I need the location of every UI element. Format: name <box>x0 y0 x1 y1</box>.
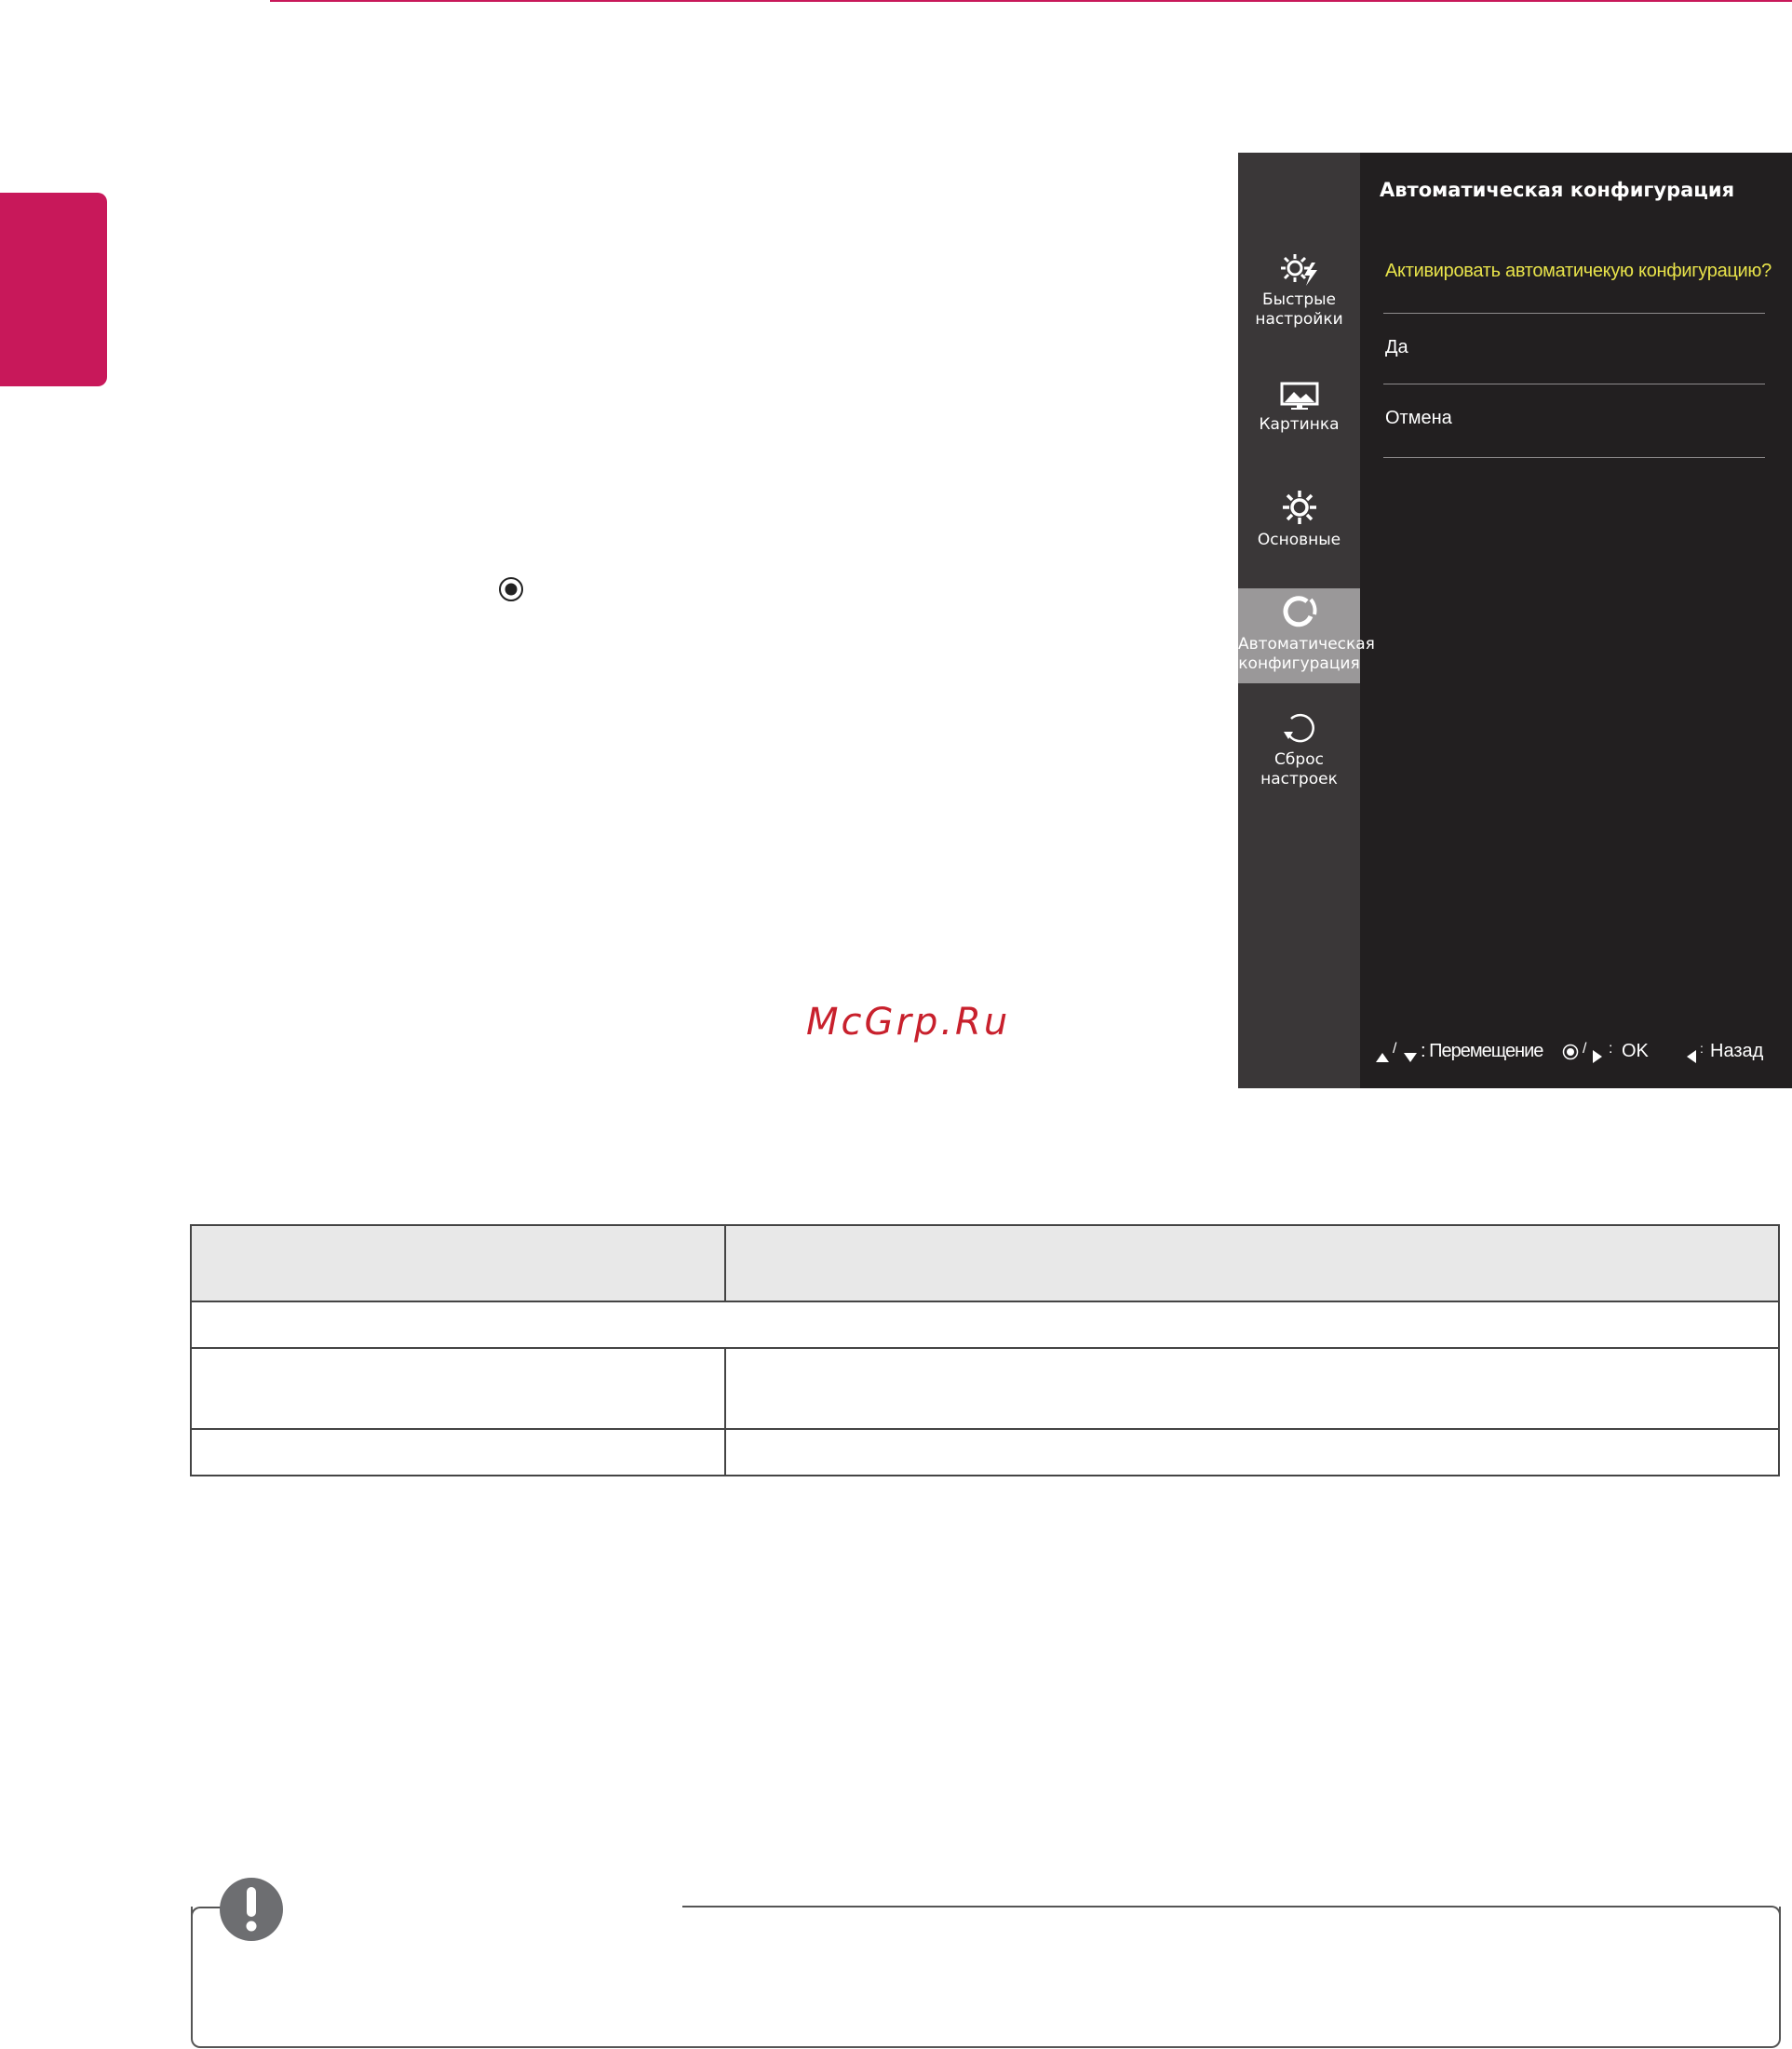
sidebar-item-label: Быстрые <box>1261 290 1336 309</box>
sidebar-item-label: настроек <box>1260 770 1338 789</box>
option-yes[interactable]: Да <box>1385 337 1408 358</box>
sidebar-item-quick-settings[interactable]: Быстрые настройки <box>1238 251 1360 330</box>
colon-separator: : <box>1700 1041 1704 1056</box>
colon-separator: : <box>1609 1041 1613 1057</box>
reset-arrow-icon <box>1283 713 1314 743</box>
note-box-top-rule <box>682 1906 1781 1919</box>
osd-footer: / : Перемещение / : OK : Назад <box>1376 1041 1790 1069</box>
table-row-divider <box>192 1301 1778 1302</box>
osd-title: Автоматическая конфигурация <box>1380 179 1735 201</box>
left-arrow-icon <box>1687 1045 1696 1067</box>
note-box-corner <box>191 1907 221 1921</box>
footer-move-label: : Перемещение <box>1421 1041 1543 1061</box>
sidebar-item-label: Автоматическая <box>1238 635 1375 654</box>
table-column-divider <box>724 1226 726 1301</box>
settings-table <box>190 1224 1780 1476</box>
table-header <box>192 1226 1778 1301</box>
sidebar-item-reset[interactable]: Сброс настроек <box>1238 708 1360 789</box>
down-arrow-icon <box>1404 1046 1417 1068</box>
up-arrow-icon <box>1376 1046 1389 1068</box>
divider <box>1383 457 1765 458</box>
sidebar-item-general[interactable]: Основные <box>1238 488 1360 550</box>
slash-separator: / <box>1393 1041 1397 1057</box>
section-tab <box>0 193 107 386</box>
table-row-divider <box>192 1428 1778 1430</box>
auto-config-icon <box>1283 596 1316 627</box>
watermark: McGrp.Ru <box>806 1001 1011 1044</box>
picture-monitor-icon <box>1280 382 1318 410</box>
sidebar-item-label: конфигурация <box>1238 654 1360 673</box>
osd-question: Активировать автоматичекую конфигурацию? <box>1385 261 1772 281</box>
select-icon <box>1562 1044 1579 1066</box>
note-box <box>191 1907 1781 2048</box>
footer-back-label: Назад <box>1710 1041 1764 1061</box>
sidebar-item-auto-config[interactable]: Автоматическая конфигурация <box>1238 588 1375 683</box>
table-row-divider <box>192 1347 1778 1349</box>
slash-separator: / <box>1583 1041 1587 1057</box>
gear-lightning-icon <box>1280 254 1317 286</box>
sidebar-item-label: Основные <box>1257 531 1341 549</box>
osd-sidebar: Быстрые настройки Картинка Основные Авто… <box>1238 153 1375 1088</box>
top-rule <box>270 0 1792 2</box>
joystick-select-icon <box>499 577 523 601</box>
osd-screen: Быстрые настройки Картинка Основные Авто… <box>1238 153 1792 1088</box>
sidebar-item-picture[interactable]: Картинка <box>1238 382 1360 435</box>
sidebar-item-label: Сброс <box>1274 750 1324 769</box>
sidebar-item-label: настройки <box>1255 310 1343 329</box>
option-cancel[interactable]: Отмена <box>1385 408 1452 429</box>
divider <box>1383 313 1765 314</box>
exclamation-icon <box>220 1878 283 1941</box>
sidebar-item-label: Картинка <box>1259 415 1340 434</box>
table-column-divider <box>724 1347 726 1476</box>
gear-icon <box>1282 491 1316 524</box>
footer-ok-label: OK <box>1622 1041 1649 1061</box>
right-arrow-icon <box>1593 1045 1602 1067</box>
